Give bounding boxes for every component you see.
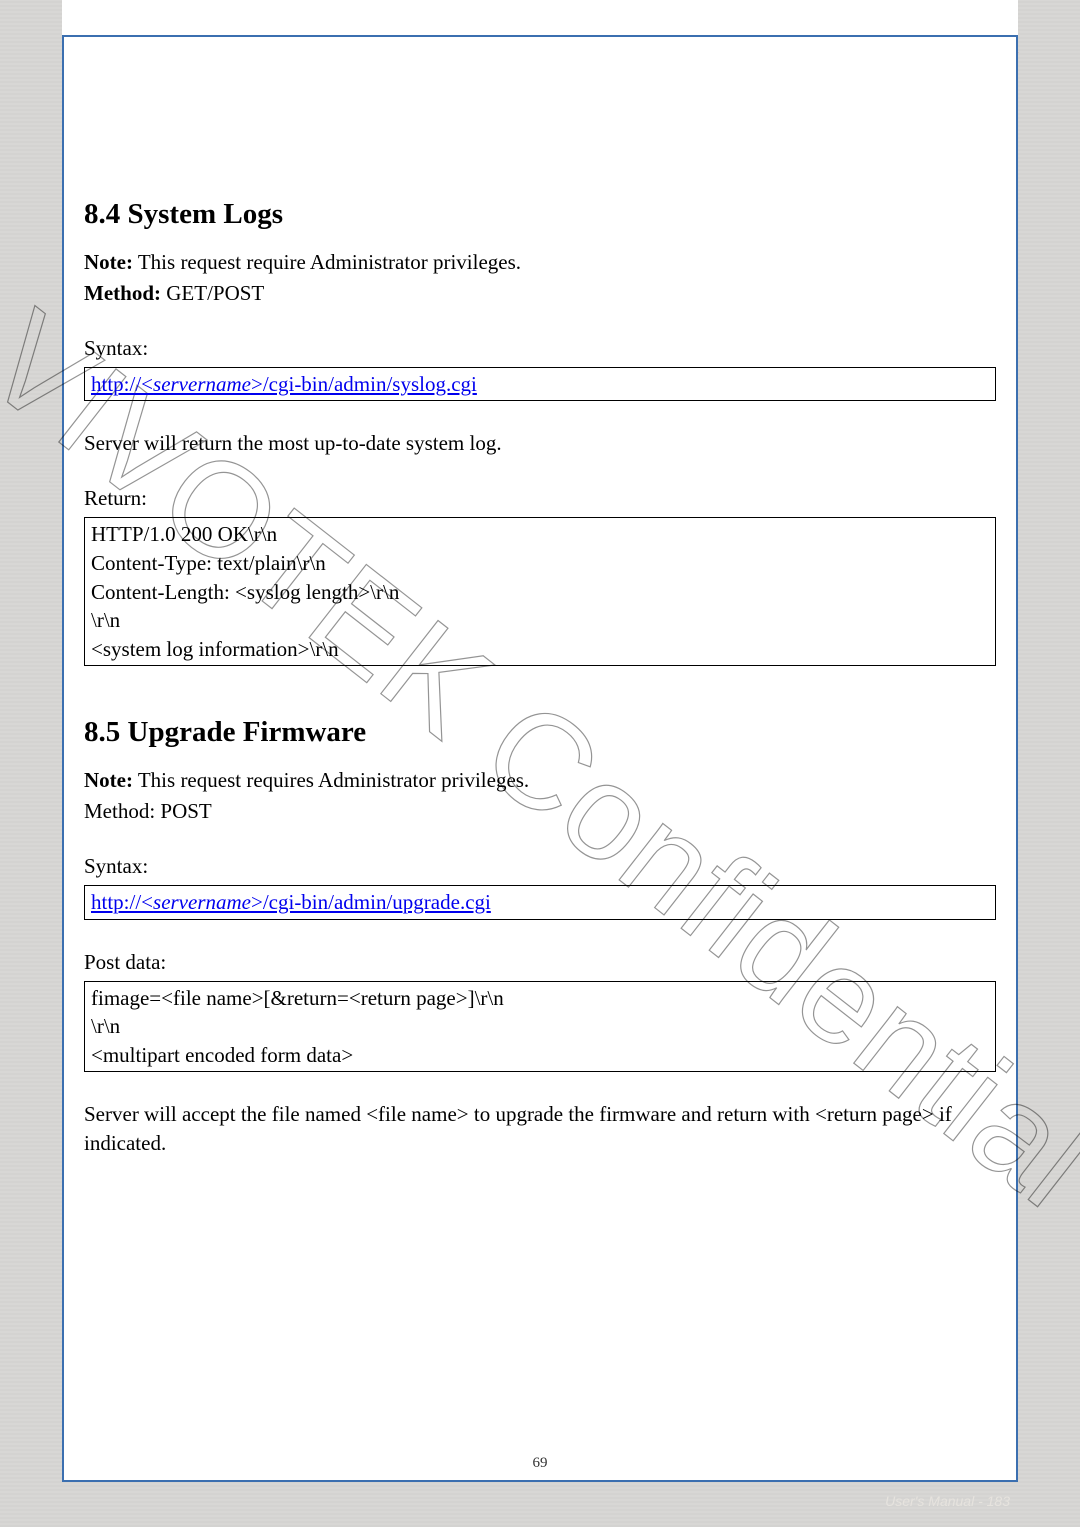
post-line-3: <multipart encoded form data> (91, 1041, 989, 1070)
return-line-5: <system log information>\r\n (91, 635, 989, 664)
sec84-method: Method: GET/POST (84, 279, 996, 308)
note-text: This request requires Administrator priv… (133, 768, 529, 792)
sec84-note: Note: This request require Administrator… (84, 248, 996, 277)
syslog-url-link[interactable]: http://<servername>/cgi-bin/admin/syslog… (91, 372, 477, 396)
method-text: GET/POST (161, 281, 264, 305)
note-label: Note: (84, 768, 133, 792)
inner-page-number: 69 (64, 1455, 1016, 1472)
sec85-note: Note: This request requires Administrato… (84, 766, 996, 795)
page-root: VIV VIVOTEK URL Command Document for All… (0, 0, 1080, 1527)
upgrade-url-link[interactable]: http://<servername>/cgi-bin/admin/upgrad… (91, 890, 491, 914)
sec84-syntax-box: http://<servername>/cgi-bin/admin/syslog… (84, 367, 996, 402)
return-line-2: Content-Type: text/plain\r\n (91, 549, 989, 578)
sec84-return-box: HTTP/1.0 200 OK\r\n Content-Type: text/p… (84, 517, 996, 666)
sec85-desc: Server will accept the file named <file … (84, 1100, 996, 1158)
sec85-syntax-url: http://<servername>/cgi-bin/admin/upgrad… (91, 888, 989, 917)
section-8-5-heading: 8.5 Upgrade Firmware (84, 712, 996, 752)
content-frame: VIVOTEK Confidential 8.4 System Logs Not… (62, 35, 1018, 1482)
sec84-syntax-label: Syntax: (84, 334, 996, 363)
post-line-1: fimage=<file name>[&return=<return page>… (91, 984, 989, 1013)
section-8-4-heading: 8.4 System Logs (84, 194, 996, 234)
note-label: Note: (84, 250, 133, 274)
sec85-post-box: fimage=<file name>[&return=<return page>… (84, 981, 996, 1073)
sec84-syntax-url: http://<servername>/cgi-bin/admin/syslog… (91, 370, 989, 399)
content-area: 8.4 System Logs Note: This request requi… (84, 152, 996, 1450)
post-line-2: \r\n (91, 1012, 989, 1041)
sec85-method: Method: POST (84, 797, 996, 826)
return-line-4: \r\n (91, 606, 989, 635)
footer-page-number: User's Manual - 183 (885, 1493, 1010, 1509)
sec84-return-label: Return: (84, 484, 996, 513)
method-label: Method: (84, 281, 161, 305)
sec84-desc: Server will return the most up-to-date s… (84, 429, 996, 458)
sec85-syntax-label: Syntax: (84, 852, 996, 881)
sec85-syntax-box: http://<servername>/cgi-bin/admin/upgrad… (84, 885, 996, 920)
return-line-3: Content-Length: <syslog length>\r\n (91, 578, 989, 607)
sec85-post-label: Post data: (84, 948, 996, 977)
return-line-1: HTTP/1.0 200 OK\r\n (91, 520, 989, 549)
note-text: This request require Administrator privi… (133, 250, 521, 274)
